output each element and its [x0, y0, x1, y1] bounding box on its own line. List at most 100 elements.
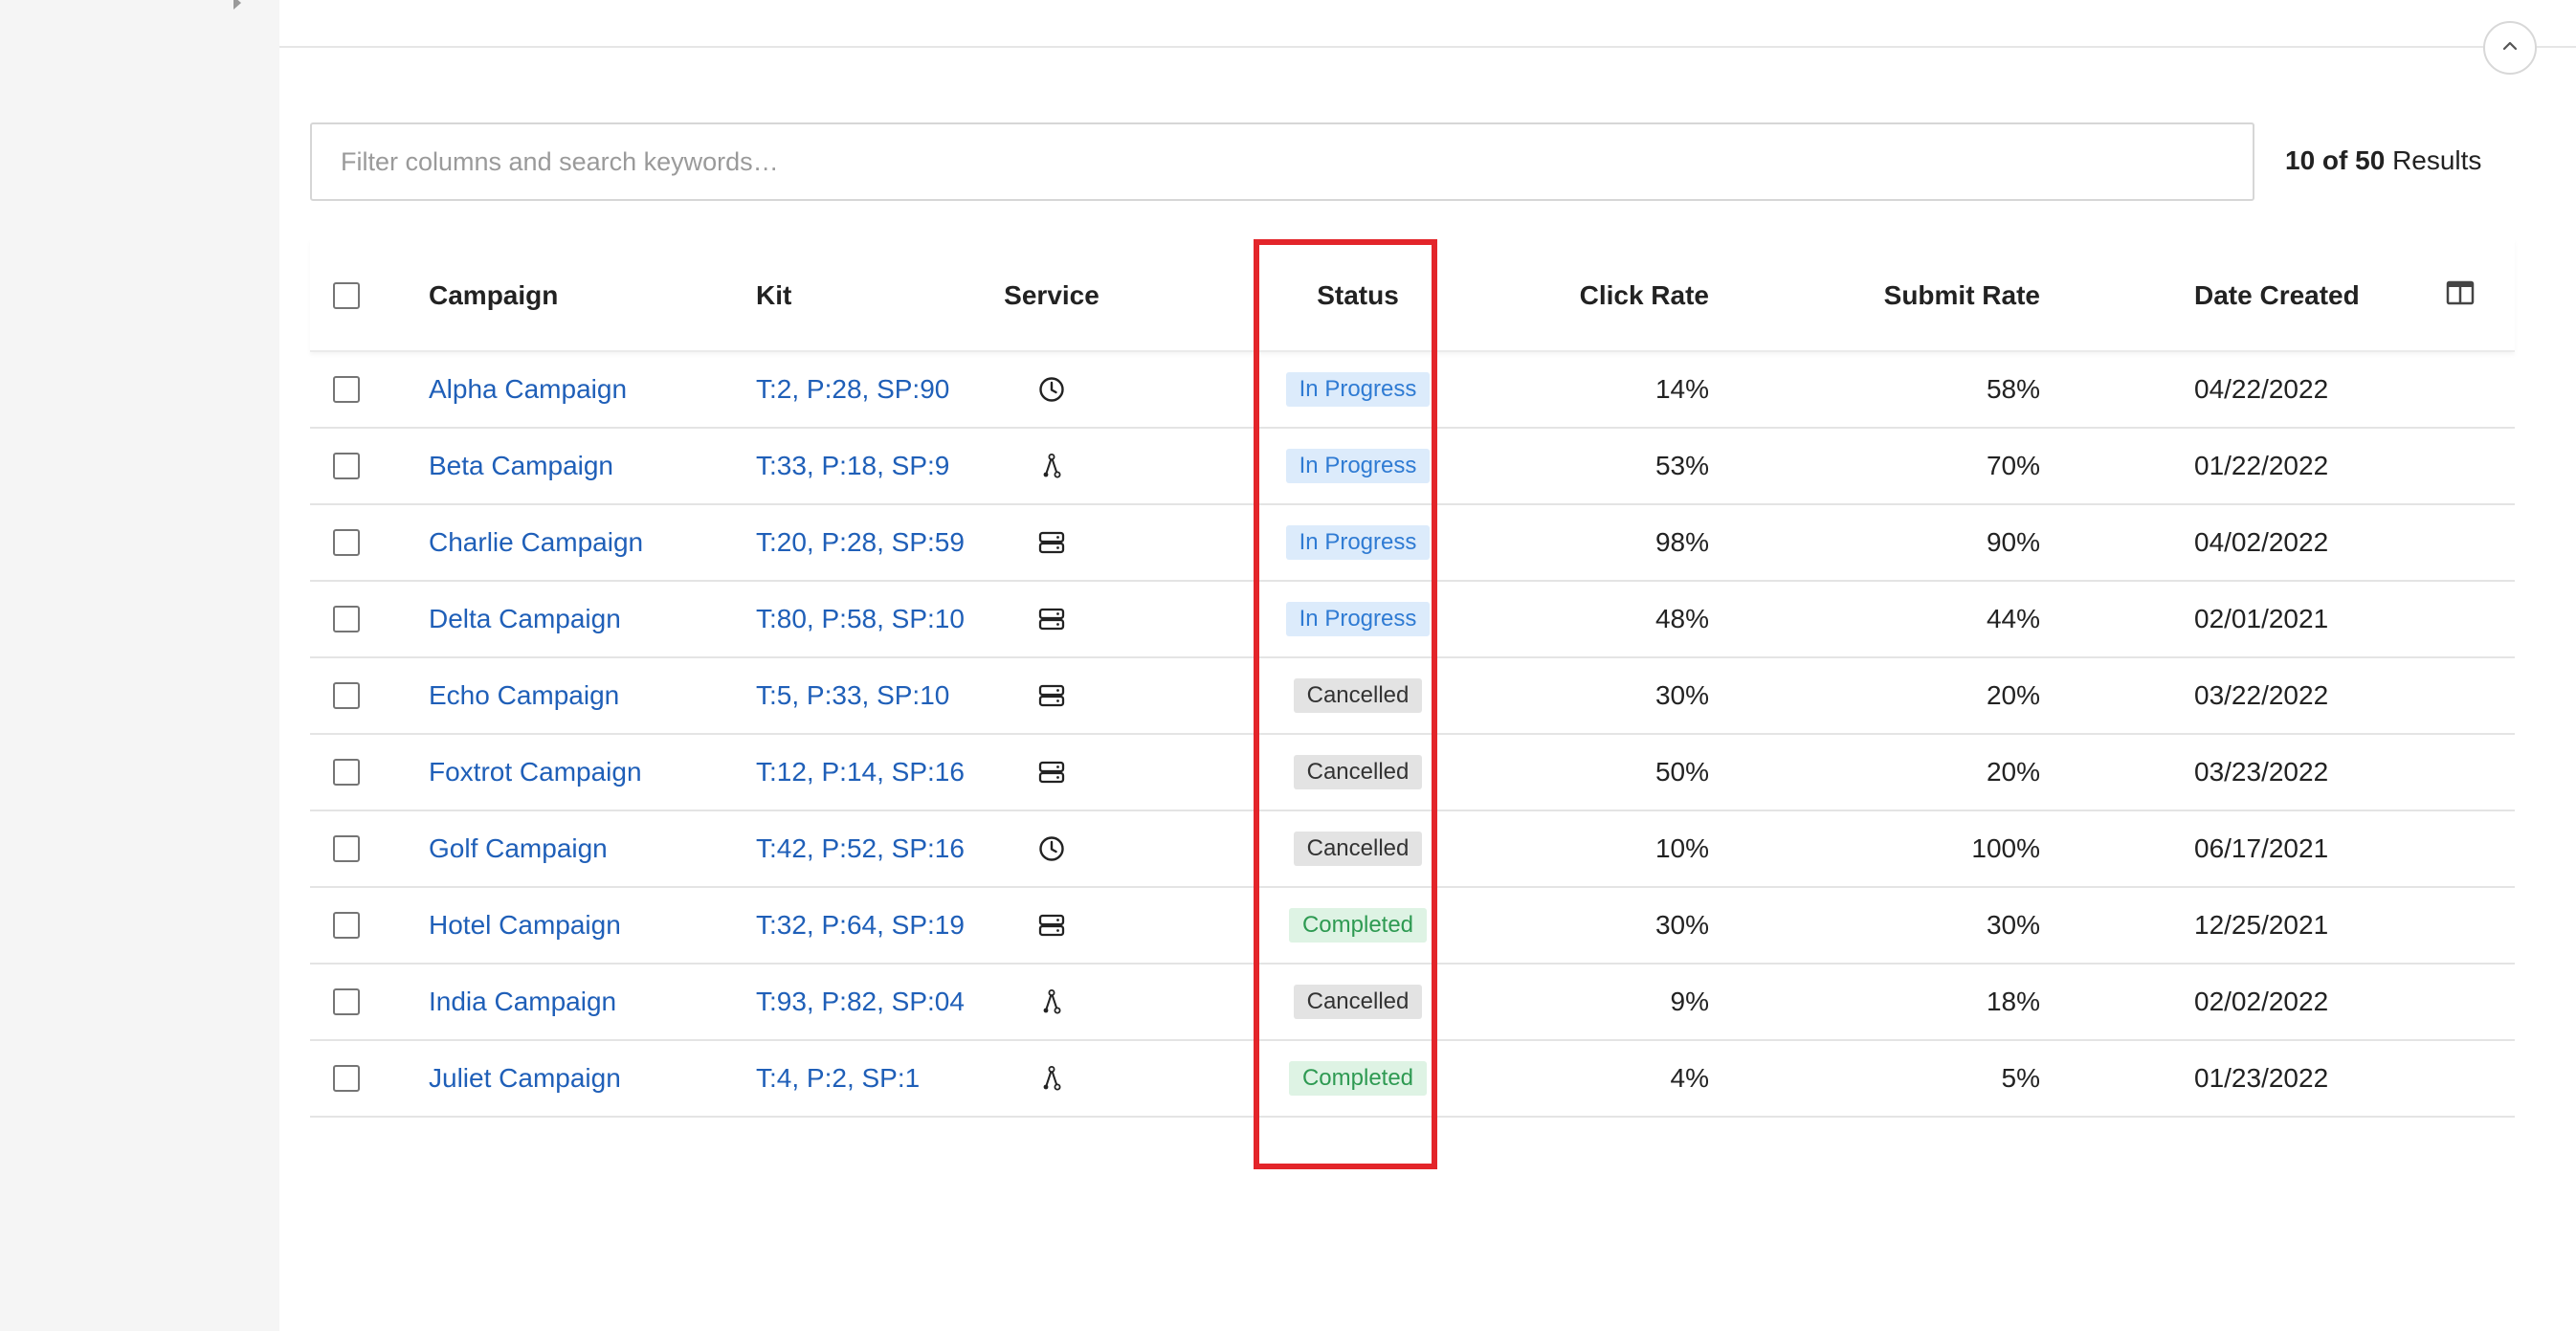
- campaign-link[interactable]: India Campaign: [429, 965, 616, 1039]
- row-checkbox[interactable]: [333, 529, 360, 556]
- row-checkbox[interactable]: [333, 682, 360, 709]
- table-row[interactable]: Charlie Campaign T:20, P:28, SP:59 In Pr…: [310, 505, 2515, 582]
- service-cell: [980, 811, 1123, 886]
- table-row[interactable]: Beta Campaign T:33, P:18, SP:9 In Progre…: [310, 429, 2515, 505]
- click-rate-cell: 30%: [1654, 680, 1709, 710]
- status-badge: Cancelled: [1293, 985, 1423, 1019]
- service-cell: [980, 888, 1123, 963]
- row-checkbox[interactable]: [333, 835, 360, 862]
- date-created-cell: 03/22/2022: [2194, 680, 2329, 710]
- row-checkbox[interactable]: [333, 376, 360, 403]
- row-checkbox[interactable]: [333, 759, 360, 786]
- server-icon: [1037, 528, 1066, 557]
- row-select-cell: [333, 888, 362, 963]
- table-row[interactable]: Foxtrot Campaign T:12, P:14, SP:16 Cance…: [310, 735, 2515, 811]
- table-row[interactable]: Alpha Campaign T:2, P:28, SP:90 In Progr…: [310, 352, 2515, 429]
- column-header-status[interactable]: Status: [1229, 239, 1487, 350]
- kit-link[interactable]: T:42, P:52, SP:16: [756, 811, 965, 886]
- campaign-link[interactable]: Echo Campaign: [429, 658, 619, 733]
- campaign-link[interactable]: Golf Campaign: [429, 811, 608, 886]
- kit-link[interactable]: T:32, P:64, SP:19: [756, 888, 965, 963]
- column-settings-button[interactable]: [2446, 239, 2478, 350]
- campaigns-table: Campaign Kit Service Status Click Rate S…: [310, 239, 2515, 1118]
- row-select-cell: [333, 582, 362, 656]
- server-icon: [1037, 605, 1066, 633]
- server-icon: [1037, 911, 1066, 940]
- kit-link[interactable]: T:4, P:2, SP:1: [756, 1041, 920, 1116]
- column-header-submit-rate[interactable]: Submit Rate: [1745, 239, 2040, 350]
- submit-rate-cell: 58%: [1986, 374, 2040, 404]
- submit-rate-cell: 30%: [1986, 910, 2040, 940]
- service-cell: [980, 965, 1123, 1039]
- column-header-date-created[interactable]: Date Created: [2194, 239, 2360, 350]
- campaign-link[interactable]: Hotel Campaign: [429, 888, 621, 963]
- kit-link[interactable]: T:20, P:28, SP:59: [756, 505, 965, 580]
- search-input[interactable]: [310, 122, 2254, 201]
- kit-link[interactable]: T:93, P:82, SP:04: [756, 965, 965, 1039]
- campaign-link[interactable]: Beta Campaign: [429, 429, 613, 503]
- date-created-cell: 02/01/2021: [2194, 604, 2329, 633]
- table-row[interactable]: Echo Campaign T:5, P:33, SP:10 Cancelled…: [310, 658, 2515, 735]
- date-created-cell: 12/25/2021: [2194, 910, 2329, 940]
- campaign-link[interactable]: Foxtrot Campaign: [429, 735, 642, 810]
- kit-link[interactable]: T:12, P:14, SP:16: [756, 735, 965, 810]
- row-checkbox[interactable]: [333, 1065, 360, 1092]
- row-select-cell: [333, 658, 362, 733]
- kit-link[interactable]: T:5, P:33, SP:10: [756, 658, 949, 733]
- table-row[interactable]: Delta Campaign T:80, P:58, SP:10 In Prog…: [310, 582, 2515, 658]
- date-created-cell: 06/17/2021: [2194, 833, 2329, 863]
- service-cell: [980, 658, 1123, 733]
- submit-rate-cell: 20%: [1986, 680, 2040, 710]
- campaign-link[interactable]: Alpha Campaign: [429, 352, 627, 427]
- kit-link[interactable]: T:33, P:18, SP:9: [756, 429, 949, 503]
- campaign-link[interactable]: Juliet Campaign: [429, 1041, 621, 1116]
- campaign-link[interactable]: Delta Campaign: [429, 582, 621, 656]
- submit-rate-cell: 44%: [1986, 604, 2040, 633]
- status-cell: Cancelled: [1229, 735, 1487, 810]
- column-header-click-rate[interactable]: Click Rate: [1458, 239, 1709, 350]
- campaign-link[interactable]: Charlie Campaign: [429, 505, 643, 580]
- date-created-cell: 04/22/2022: [2194, 374, 2329, 404]
- status-badge: Cancelled: [1293, 755, 1423, 789]
- column-header-service[interactable]: Service: [980, 239, 1123, 350]
- click-rate-cell: 50%: [1654, 757, 1709, 787]
- status-cell: In Progress: [1229, 505, 1487, 580]
- date-created-cell: 01/22/2022: [2194, 451, 2329, 480]
- kit-link[interactable]: T:2, P:28, SP:90: [756, 352, 949, 427]
- branch-icon: [1037, 1064, 1066, 1093]
- collapse-button[interactable]: [2483, 21, 2537, 75]
- status-badge: Completed: [1288, 1061, 1428, 1096]
- caret-right-icon[interactable]: [230, 0, 247, 11]
- click-rate-cell: 9%: [1670, 987, 1709, 1016]
- row-checkbox[interactable]: [333, 912, 360, 939]
- service-cell: [980, 1041, 1123, 1116]
- row-select-cell: [333, 1041, 362, 1116]
- submit-rate-cell: 20%: [1986, 757, 2040, 787]
- status-badge: Cancelled: [1293, 678, 1423, 713]
- status-cell: Cancelled: [1229, 965, 1487, 1039]
- table-row[interactable]: India Campaign T:93, P:82, SP:04 Cancell…: [310, 965, 2515, 1041]
- status-badge: Cancelled: [1293, 832, 1423, 866]
- chevron-up-icon: [2498, 34, 2521, 62]
- column-header-campaign[interactable]: Campaign: [429, 239, 558, 350]
- main-content: 10 of 50 Results Campaign Kit Service St…: [279, 0, 2576, 1331]
- kit-link[interactable]: T:80, P:58, SP:10: [756, 582, 965, 656]
- table-row[interactable]: Juliet Campaign T:4, P:2, SP:1 Completed…: [310, 1041, 2515, 1118]
- row-select-cell: [333, 505, 362, 580]
- column-header-kit[interactable]: Kit: [756, 239, 791, 350]
- table-header: Campaign Kit Service Status Click Rate S…: [310, 239, 2515, 352]
- date-created-cell: 01/23/2022: [2194, 1063, 2329, 1093]
- submit-rate-cell: 70%: [1986, 451, 2040, 480]
- row-checkbox[interactable]: [333, 988, 360, 1015]
- table-row[interactable]: Golf Campaign T:42, P:52, SP:16 Cancelle…: [310, 811, 2515, 888]
- row-checkbox[interactable]: [333, 453, 360, 479]
- status-cell: Completed: [1229, 888, 1487, 963]
- status-badge: Completed: [1288, 908, 1428, 943]
- row-checkbox[interactable]: [333, 606, 360, 632]
- select-all-checkbox[interactable]: [333, 282, 360, 309]
- click-rate-cell: 4%: [1670, 1063, 1709, 1093]
- status-badge: In Progress: [1285, 602, 1431, 636]
- service-cell: [980, 582, 1123, 656]
- submit-rate-cell: 100%: [1971, 833, 2040, 863]
- table-row[interactable]: Hotel Campaign T:32, P:64, SP:19 Complet…: [310, 888, 2515, 965]
